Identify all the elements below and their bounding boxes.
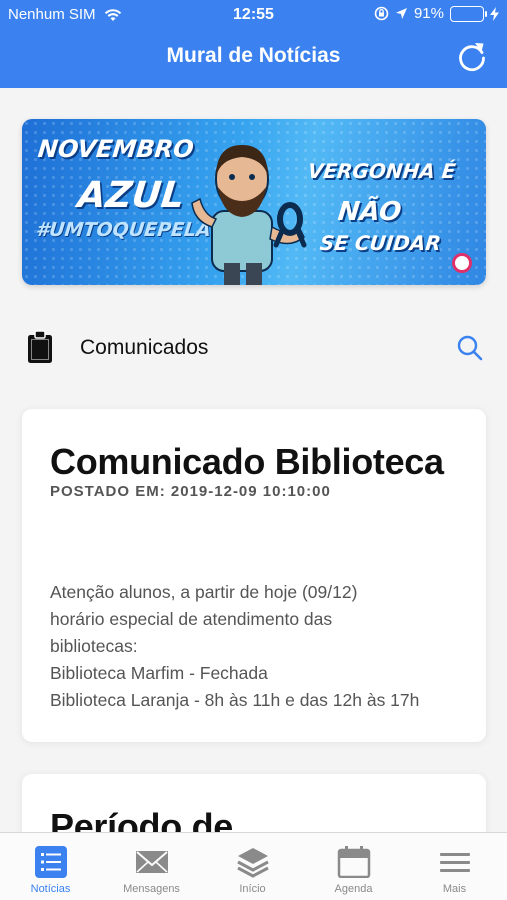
news-feed[interactable]: NOVEMBRO AZUL #UMTOQUEPELAVIDA VERGONHA … — [0, 88, 507, 832]
clipboard-icon — [28, 330, 52, 363]
tab-noticias[interactable]: Notícias — [0, 833, 101, 900]
campaign-banner[interactable]: NOVEMBRO AZUL #UMTOQUEPELAVIDA VERGONHA … — [22, 119, 486, 285]
status-bar: Nenhum SIM 12:55 91% — [0, 0, 507, 30]
post-card[interactable]: Comunicado Biblioteca POSTADO EM: 2019-1… — [22, 409, 486, 742]
top-bar: Nenhum SIM 12:55 91% Mural de Notícias — [0, 0, 507, 88]
battery-icon — [450, 5, 487, 22]
post-title: Período de — [50, 806, 234, 832]
post-card[interactable]: Período de — [22, 774, 486, 832]
tab-inicio[interactable]: Início — [202, 833, 303, 900]
post-body-line: Biblioteca Laranja - 8h às 11h e das 12h… — [50, 690, 420, 710]
post-title: Comunicado Biblioteca — [50, 441, 444, 482]
section-header: Comunicados — [0, 316, 507, 380]
calendar-icon — [337, 846, 370, 878]
mascot-illustration — [191, 145, 307, 285]
news-list-icon — [34, 846, 67, 878]
post-body-line: bibliotecas: — [50, 636, 138, 656]
menu-icon — [439, 853, 470, 872]
envelope-icon — [135, 851, 168, 873]
post-body-line: Biblioteca Marfim - Fechada — [50, 663, 268, 683]
post-body-line: horário especial de atendimento das — [50, 609, 333, 629]
banner-slogan-2: NÃO — [336, 197, 403, 227]
tab-mais[interactable]: Mais — [404, 833, 505, 900]
refresh-icon[interactable] — [455, 40, 489, 74]
tab-label: Notícias — [30, 883, 71, 895]
banner-slogan-3: SE CUIDAR — [318, 231, 443, 255]
tab-bar: Notícias Mensagens Início Agenda Mais — [0, 832, 507, 900]
orientation-lock-icon — [374, 6, 389, 21]
tab-label: Agenda — [334, 883, 373, 895]
banner-line2: AZUL — [75, 175, 187, 216]
page-title: Mural de Notícias — [166, 44, 341, 67]
tab-label: Mais — [442, 883, 467, 895]
banner-slogan-1: VERGONHA É — [306, 159, 457, 183]
search-icon[interactable] — [455, 333, 485, 363]
tab-agenda[interactable]: Agenda — [303, 833, 404, 900]
location-icon — [395, 8, 407, 19]
charging-icon — [490, 6, 499, 21]
battery-percent: 91% — [413, 5, 444, 22]
section-title: Comunicados — [80, 336, 209, 359]
tab-mensagens[interactable]: Mensagens — [101, 833, 202, 900]
layers-icon — [236, 848, 269, 878]
tab-label: Mensagens — [123, 883, 180, 895]
post-body: Atenção alunos, a partir de hoje (09/12)… — [50, 579, 470, 714]
tab-label: Início — [239, 883, 266, 895]
post-date: POSTADO EM: 2019-12-09 10:10:00 — [50, 483, 331, 500]
post-body-line: Atenção alunos, a partir de hoje (09/12) — [50, 582, 358, 602]
campaign-logo — [452, 253, 472, 273]
